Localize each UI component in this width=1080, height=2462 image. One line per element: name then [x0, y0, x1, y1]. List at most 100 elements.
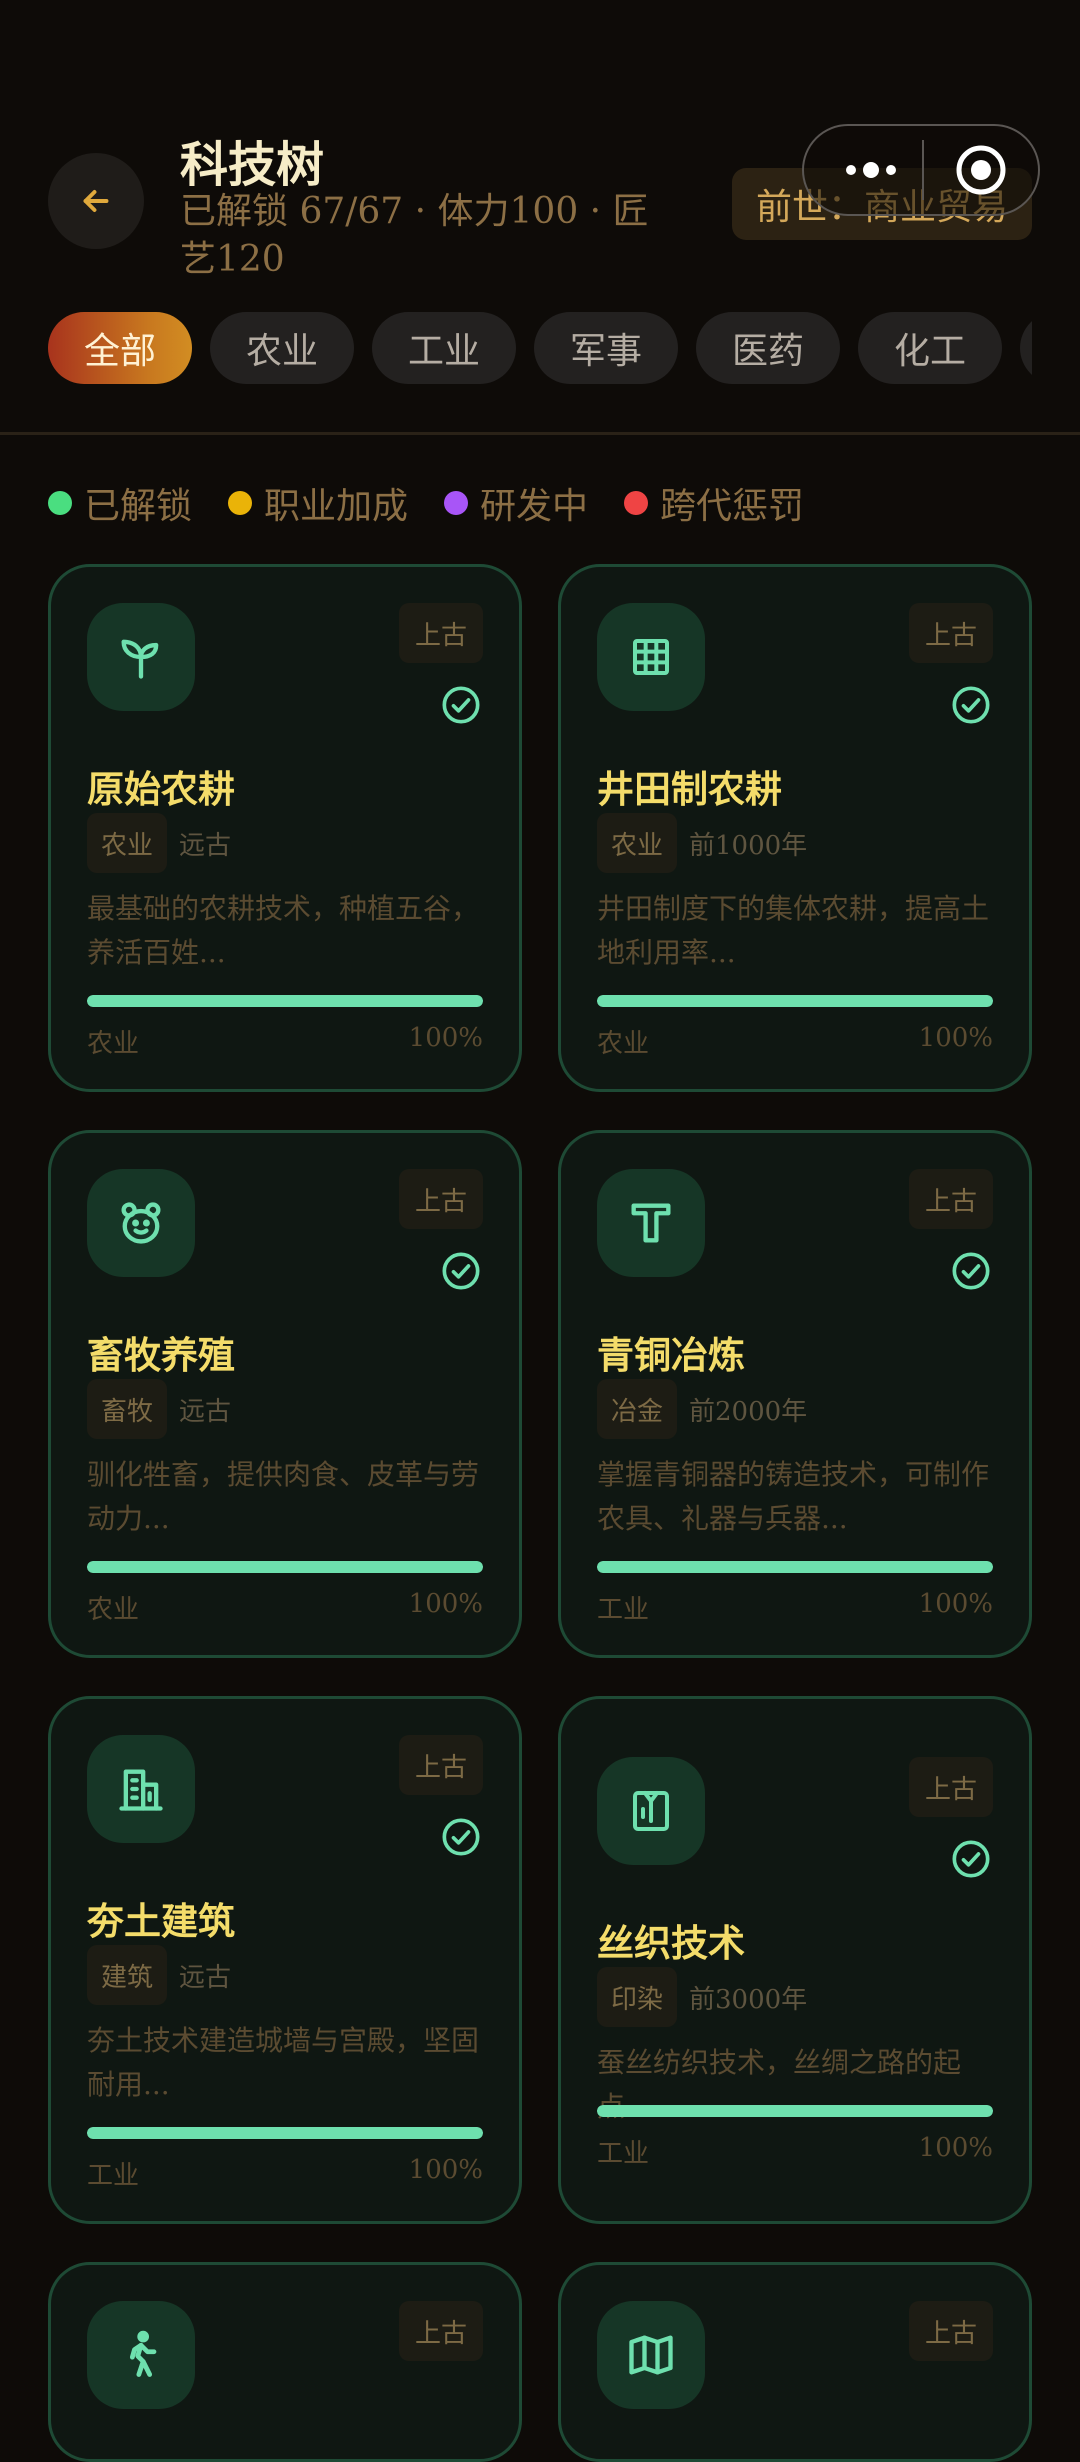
more-menu-button[interactable] [804, 126, 922, 214]
tech-card[interactable]: 上古 丝织技术 印染 前3000年 蚕丝纺织技术，丝绸之路的起点... 工业 1… [558, 1696, 1032, 2224]
status-legend: 已解锁 职业加成 研发中 跨代惩罚 [48, 478, 804, 528]
tech-card[interactable]: 上古 畜牧养殖 畜牧 远古 驯化牲畜，提供肉食、皮革与劳动力... 农业 100… [48, 1130, 522, 1658]
progress-percent: 100% [918, 2133, 993, 2163]
period-text: 前2000年 [689, 1396, 808, 1427]
tech-card[interactable]: 上古 原始农耕 农业 远古 最基础的农耕技术，种植五谷，养活百姓... 农业 1… [48, 564, 522, 1092]
tab-all[interactable]: 全部 [48, 312, 192, 384]
field-label: 工业 [597, 2139, 650, 2169]
tech-description: 驯化牲畜，提供肉食、皮革与劳动力... [87, 1458, 480, 1535]
tech-meta: 农业 前1000年 [597, 813, 807, 873]
category-badge: 农业 [597, 813, 678, 873]
tech-meta: 印染 前3000年 [597, 1967, 807, 2027]
era-badge: 上古 [399, 1169, 483, 1229]
era-badge: 上古 [909, 1757, 993, 1817]
progress-bar [597, 1561, 993, 1573]
progress-fill [597, 1561, 993, 1573]
category-badge: 冶金 [597, 1379, 678, 1439]
period-text: 远古 [179, 830, 232, 861]
tech-card[interactable]: 上古 [558, 2262, 1032, 2462]
sprout-icon [121, 639, 159, 679]
tech-description: 最基础的农耕技术，种植五谷，养活百姓... [87, 892, 480, 969]
tech-icon-box [597, 2301, 705, 2409]
tech-name: 原始农耕 [87, 767, 235, 811]
legend-label: 研发中 [480, 486, 589, 527]
field-label: 农业 [87, 1029, 140, 1059]
field-label: 农业 [597, 1029, 650, 1059]
progress-bar [597, 995, 993, 1007]
category-badge: 畜牧 [87, 1379, 168, 1439]
check-circle-icon [952, 1252, 990, 1290]
period-text: 远古 [179, 1396, 232, 1427]
legend-cross-era-penalty: 跨代惩罚 [624, 477, 804, 529]
check-circle-icon [442, 686, 480, 724]
era-badge: 上古 [399, 603, 483, 663]
field-label: 工业 [87, 2161, 140, 2191]
walk-icon [129, 2330, 157, 2377]
progress-bar [87, 1561, 483, 1573]
period-text: 前3000年 [689, 1984, 808, 2015]
tech-card[interactable]: 上古 夯土建筑 建筑 远古 夯土技术建造城墙与宫殿，坚固耐用... 工业 100… [48, 1696, 522, 2224]
page-title: 科技树 [180, 137, 325, 193]
tab-industry[interactable]: 工业 [372, 312, 516, 384]
tech-card[interactable]: 上古 [48, 2262, 522, 2462]
check-circle-icon [952, 686, 990, 724]
building-icon [119, 1769, 163, 1811]
period-text: 远古 [179, 1962, 232, 1993]
era-badge: 上古 [909, 1169, 993, 1229]
legend-dot [444, 491, 469, 515]
tech-card[interactable]: 上古 青铜冶炼 冶金 前2000年 掌握青铜器的铸造技术，可制作农具、礼器与兵器… [558, 1130, 1032, 1658]
category-badge: 印染 [597, 1967, 678, 2027]
progress-percent: 100% [408, 1589, 483, 1619]
progress-bar [597, 2105, 993, 2117]
tech-icon-box [87, 2301, 195, 2409]
legend-label: 已解锁 [84, 486, 193, 527]
progress-bar [87, 995, 483, 1007]
check-circle-icon [442, 1252, 480, 1290]
field-label: 工业 [597, 1595, 650, 1625]
check-circle-icon [442, 1818, 480, 1856]
tab-more[interactable] [1020, 312, 1032, 384]
progress-bar [87, 2127, 483, 2139]
progress-fill [87, 995, 483, 1007]
tech-description: 夯土技术建造城墙与宫殿，坚固耐用... [87, 2024, 480, 2101]
progress-percent: 100% [408, 2155, 483, 2185]
miniprogram-capsule [802, 124, 1040, 216]
legend-unlocked: 已解锁 [48, 477, 192, 529]
tech-name: 夯土建筑 [87, 1899, 235, 1943]
hammer-icon [631, 1203, 671, 1243]
grid-icon [633, 639, 669, 675]
legend-label: 职业加成 [264, 486, 409, 527]
progress-percent: 100% [918, 1023, 993, 1053]
back-button[interactable] [48, 153, 144, 249]
legend-dot [228, 491, 253, 515]
legend-label: 跨代惩罚 [660, 486, 805, 527]
category-badge: 建筑 [87, 1945, 168, 2005]
stats-subtitle: 已解锁 67/67 · 体力100 · 匠艺120 [180, 191, 649, 280]
tech-name: 青铜冶炼 [597, 1333, 745, 1377]
progress-percent: 100% [918, 1589, 993, 1619]
bear-icon [121, 1202, 161, 1244]
tech-card[interactable]: 上古 井田制农耕 农业 前1000年 井田制度下的集体农耕，提高土地利用率...… [558, 564, 1032, 1092]
tech-name: 丝织技术 [597, 1921, 745, 1965]
tab-military[interactable]: 军事 [534, 312, 678, 384]
map-icon [629, 2335, 673, 2375]
era-badge: 上古 [399, 1735, 483, 1795]
tech-icon-box [87, 603, 195, 711]
target-circle-icon [956, 145, 1006, 195]
tech-icon-box [597, 1757, 705, 1865]
legend-researching: 研发中 [444, 477, 588, 529]
tab-medicine[interactable]: 医药 [696, 312, 840, 384]
close-miniprogram-button[interactable] [924, 126, 1038, 214]
tab-agriculture[interactable]: 农业 [210, 312, 354, 384]
tech-name: 畜牧养殖 [87, 1333, 235, 1377]
tab-chemistry[interactable]: 化工 [858, 312, 1002, 384]
field-label: 农业 [87, 1595, 140, 1625]
tech-meta: 冶金 前2000年 [597, 1379, 807, 1439]
tech-icon-box [87, 1735, 195, 1843]
category-badge: 农业 [87, 813, 168, 873]
legend-career-bonus: 职业加成 [228, 477, 408, 529]
more-dots-icon [846, 162, 896, 178]
legend-dot [48, 491, 72, 515]
tech-icon-box [597, 1169, 705, 1277]
period-text: 前1000年 [689, 830, 808, 861]
